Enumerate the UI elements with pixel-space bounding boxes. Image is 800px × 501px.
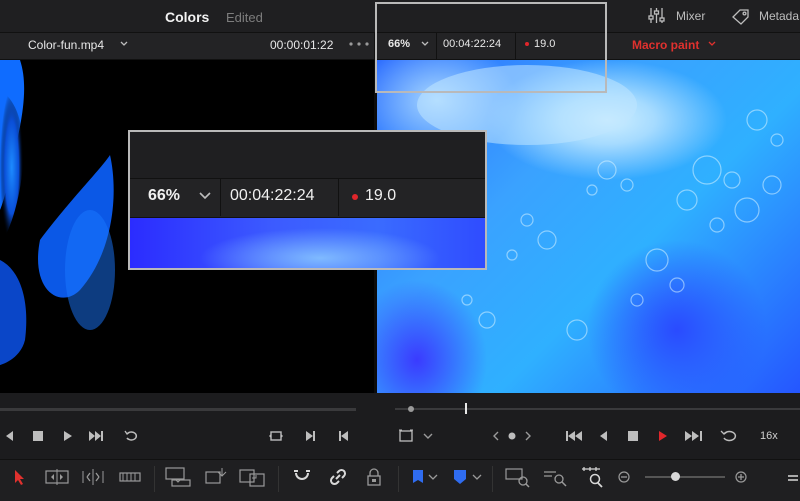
source-transport <box>0 394 374 458</box>
callout-timecode: 00:04:22:24 <box>230 187 315 204</box>
skip-forward-icon[interactable] <box>684 428 704 444</box>
zoom-in-icon[interactable] <box>733 468 749 486</box>
callout-image <box>130 218 485 268</box>
play-icon[interactable] <box>59 428 75 444</box>
divider <box>220 178 221 216</box>
node-dropdown[interactable]: Macro paint <box>632 38 699 52</box>
zoom-slider-track[interactable] <box>645 476 725 478</box>
go-first-icon[interactable] <box>336 428 352 444</box>
chevron-down-icon[interactable] <box>420 428 436 444</box>
divider <box>154 466 155 492</box>
loop-icon[interactable] <box>124 428 140 444</box>
divider <box>338 178 339 216</box>
more-dots-icon[interactable] <box>348 40 370 48</box>
dynamic-trim-icon[interactable] <box>80 468 106 486</box>
clip-name-dropdown[interactable]: Color-fun.mp4 <box>28 38 104 52</box>
zoom-detail-icon[interactable] <box>542 466 568 488</box>
match-frame-icon[interactable] <box>268 428 284 444</box>
callout-zoom: 66% <box>148 187 181 204</box>
insert-icon[interactable] <box>164 466 192 488</box>
prev-frame-icon[interactable] <box>2 428 18 444</box>
edit-status: Edited <box>226 10 263 25</box>
current-clip-icon[interactable] <box>504 428 520 444</box>
metadata-button[interactable]: Metada <box>759 9 799 23</box>
scrubber-start-handle[interactable] <box>408 406 414 412</box>
prev-clip-icon[interactable] <box>488 428 504 444</box>
divider <box>278 466 279 492</box>
mixer-icon[interactable] <box>648 7 665 24</box>
chevron-down-icon <box>199 192 211 200</box>
zoom-out-icon[interactable] <box>616 468 632 486</box>
chevron-down-icon[interactable] <box>470 468 484 486</box>
zoom-full-icon[interactable] <box>504 466 530 488</box>
playhead[interactable] <box>465 403 467 414</box>
skip-back-icon[interactable] <box>565 428 585 444</box>
marker-icon[interactable] <box>450 468 470 486</box>
metadata-icon[interactable] <box>731 8 750 25</box>
page-title: Colors <box>165 9 210 25</box>
record-dot-icon <box>352 194 358 200</box>
overwrite-icon[interactable] <box>204 466 228 488</box>
replace-icon[interactable] <box>238 466 266 488</box>
snap-icon[interactable] <box>292 468 312 486</box>
play-icon[interactable] <box>654 428 670 444</box>
stop-icon[interactable] <box>30 428 46 444</box>
zoom-callout: 66% 00:04:22:24 19.0 <box>128 130 487 270</box>
lock-icon[interactable] <box>364 468 384 486</box>
divider <box>492 466 493 492</box>
playback-speed[interactable]: 16x <box>760 430 778 442</box>
flag-icon[interactable] <box>408 468 428 486</box>
timeline-options-icon[interactable] <box>786 468 800 486</box>
trim-icon[interactable] <box>44 468 70 486</box>
link-icon[interactable] <box>328 468 348 486</box>
chevron-down-icon[interactable] <box>119 39 129 49</box>
source-timecode: 00:00:01:22 <box>270 38 334 52</box>
timeline-scrubber[interactable] <box>395 408 800 410</box>
pointer-icon[interactable] <box>10 468 30 486</box>
stop-icon[interactable] <box>625 428 641 444</box>
play-reverse-icon[interactable] <box>596 428 612 444</box>
viewer-mode-icon[interactable] <box>398 428 414 444</box>
source-scrubber[interactable] <box>0 408 356 411</box>
go-last-icon[interactable] <box>302 428 318 444</box>
highlight-frame <box>375 2 607 93</box>
callout-fps: 19.0 <box>365 187 397 204</box>
blade-icon[interactable] <box>118 468 142 486</box>
chevron-down-icon[interactable] <box>426 468 440 486</box>
zoom-custom-icon[interactable] <box>580 466 606 488</box>
chevron-down-icon[interactable] <box>707 39 717 49</box>
mixer-button[interactable]: Mixer <box>676 9 705 23</box>
timeline-transport <box>377 394 800 458</box>
loop-icon[interactable] <box>720 428 740 444</box>
skip-forward-icon[interactable] <box>88 428 104 444</box>
zoom-slider-knob[interactable] <box>671 472 680 481</box>
next-clip-icon[interactable] <box>520 428 536 444</box>
divider <box>398 466 399 492</box>
